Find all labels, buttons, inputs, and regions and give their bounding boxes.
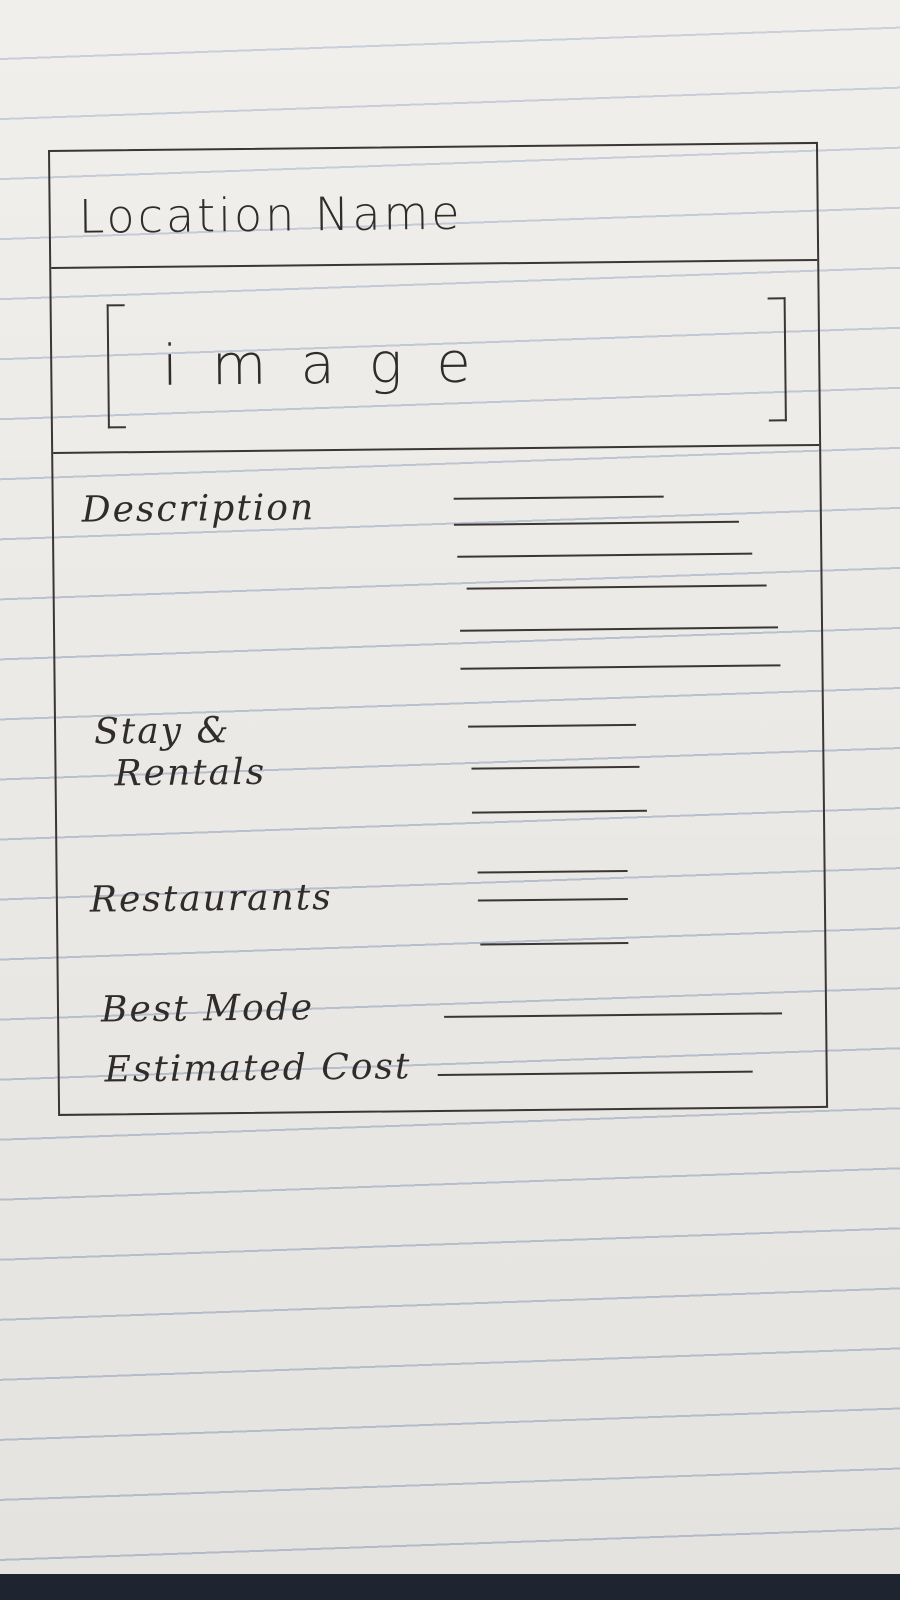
description-line (457, 552, 753, 558)
stay-rentals-line (468, 723, 637, 728)
location-card: Location Name image Description Stay & R… (48, 141, 829, 1116)
card-header: Location Name (50, 143, 818, 269)
right-bracket (767, 297, 787, 422)
table-edge (0, 1574, 900, 1600)
location-name-title: Location Name (78, 185, 463, 244)
stay-rentals-label: Rentals (114, 751, 267, 795)
restaurants-line (480, 941, 629, 946)
description-line (460, 626, 779, 632)
stay-rentals-label: Stay & (93, 710, 231, 753)
best-mode-label: Best Mode (100, 987, 315, 1031)
description-line (466, 584, 767, 590)
left-bracket (106, 304, 126, 429)
description-line (453, 520, 739, 526)
description-line (453, 495, 664, 500)
description-line (460, 664, 781, 670)
restaurants-label: Restaurants (89, 877, 333, 921)
stay-rentals-line (471, 809, 647, 814)
estimated-cost-value-line (437, 1070, 753, 1076)
image-placeholder: image (51, 258, 820, 454)
stay-rentals-line (471, 765, 640, 770)
restaurants-line (477, 869, 628, 874)
restaurants-line (477, 897, 628, 902)
description-label: Description (81, 487, 316, 531)
estimated-cost-label: Estimated Cost (104, 1046, 412, 1091)
best-mode-value-line (444, 1012, 783, 1018)
image-placeholder-label: image (161, 330, 506, 399)
